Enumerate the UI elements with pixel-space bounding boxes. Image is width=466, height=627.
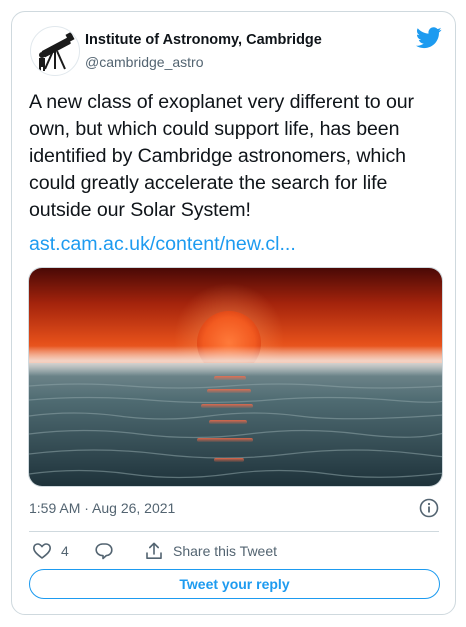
tweet-card: Institute of Astronomy, Cambridge @cambr… xyxy=(11,11,456,615)
avatar[interactable] xyxy=(30,26,80,76)
comment-icon xyxy=(95,543,113,560)
red-sun-over-ocean-image xyxy=(29,268,442,486)
author-name[interactable]: Institute of Astronomy, Cambridge xyxy=(85,32,322,48)
reply-icon-button[interactable] xyxy=(94,540,114,562)
tweet-reply-button[interactable]: Tweet your reply xyxy=(29,569,440,599)
heart-icon xyxy=(33,543,51,559)
divider xyxy=(29,531,439,532)
like-count: 4 xyxy=(61,543,69,559)
like-button[interactable]: 4 xyxy=(32,540,69,562)
author-handle[interactable]: @cambridge_astro xyxy=(85,54,204,70)
tweet-link[interactable]: ast.cam.ac.uk/content/new.cl... xyxy=(29,233,296,256)
share-button[interactable]: Share this Tweet xyxy=(144,540,277,562)
info-icon[interactable] xyxy=(419,498,439,518)
telescope-logo-icon xyxy=(39,32,75,71)
tweet-timestamp[interactable]: 1:59 AM · Aug 26, 2021 xyxy=(29,500,175,516)
tweet-media[interactable] xyxy=(28,267,443,487)
share-icon xyxy=(146,542,162,559)
share-label: Share this Tweet xyxy=(173,543,278,559)
tweet-text: A new class of exoplanet very different … xyxy=(29,91,414,221)
twitter-bird-icon[interactable] xyxy=(416,27,442,49)
